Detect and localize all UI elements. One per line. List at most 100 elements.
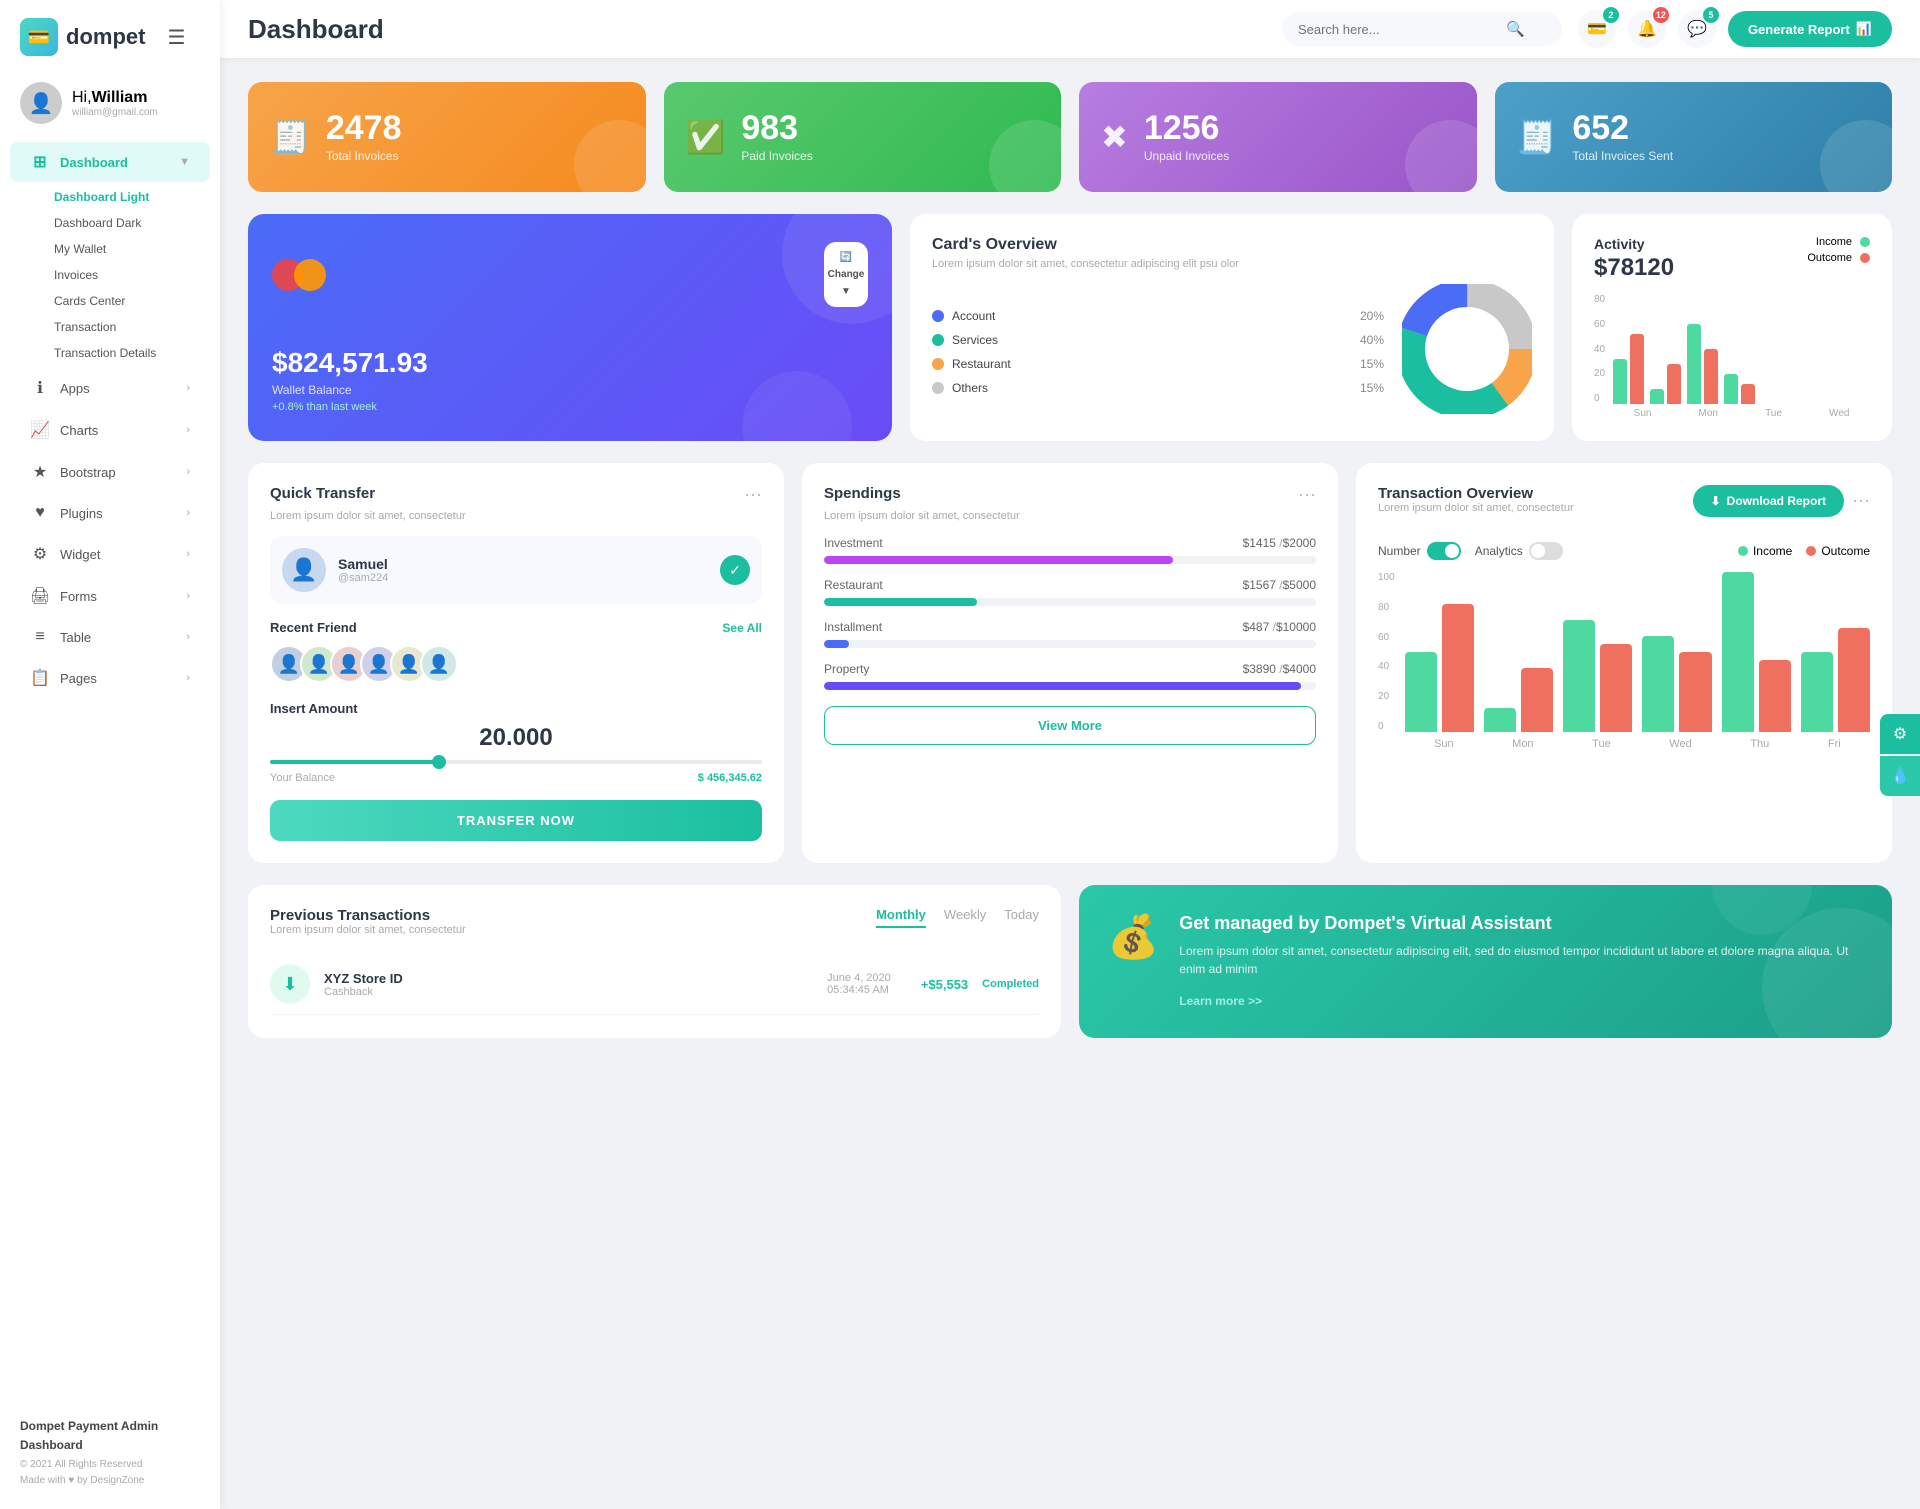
cards-overview-subtitle: Lorem ipsum dolor sit amet, consectetur … <box>932 258 1532 270</box>
sidebar-item-bootstrap[interactable]: ★ Bootstrap › <box>10 452 210 492</box>
legend-row-account: Account 20% <box>932 309 1384 323</box>
legend-row-others: Others 15% <box>932 381 1384 395</box>
spending-items: Investment $1415 /$2000 Restaurant <box>824 536 1316 690</box>
pages-icon: 📋 <box>30 668 50 688</box>
amount-slider-fill <box>270 760 442 764</box>
outcome-legend: Outcome <box>1807 252 1870 264</box>
spendings-options-icon[interactable]: ⋯ <box>1298 485 1316 506</box>
sidebar-item-forms[interactable]: 🖨 Forms › <box>10 576 210 616</box>
theme-float-button[interactable]: 💧 <box>1880 756 1920 796</box>
bell-icon-btn[interactable]: 🔔 12 <box>1628 10 1666 48</box>
wallet-card-top: 🔄 Change ▼ <box>272 242 868 307</box>
va-learn-more-link[interactable]: Learn more >> <box>1179 994 1262 1008</box>
sidebar-item-plugins[interactable]: ♥ Plugins › <box>10 494 210 532</box>
label-wed2: Wed <box>1669 738 1691 750</box>
spending-investment-label: Investment <box>824 536 883 550</box>
outcome-bar-mon <box>1667 364 1681 404</box>
main-area: Dashboard 🔍 💳 2 🔔 12 💬 5 Generate Report… <box>220 0 1920 1509</box>
tx-row-sub: Cashback <box>324 986 403 998</box>
property-progress-track <box>824 682 1316 690</box>
download-icon: ⬇ <box>1711 494 1721 508</box>
submenu-transaction[interactable]: Transaction <box>44 314 220 340</box>
bar-group-tue <box>1687 324 1718 404</box>
mid-row: 🔄 Change ▼ $824,571.93 Wallet Balance +0… <box>248 214 1892 441</box>
spending-restaurant-amounts: $1567 /$5000 <box>1243 578 1316 592</box>
legend-label-others: Others <box>952 381 988 395</box>
wallet-badge: 2 <box>1603 7 1619 23</box>
spendings-header: Spendings ⋯ <box>824 485 1316 506</box>
legend-label-services: Services <box>952 333 998 347</box>
stat-card-total-invoices: 🧾 2478 Total Invoices <box>248 82 646 192</box>
download-report-button[interactable]: ⬇ Download Report <box>1693 485 1844 517</box>
widget-icon: ⚙ <box>30 544 50 564</box>
hamburger-icon[interactable]: ☰ <box>163 21 189 54</box>
sidebar-item-apps[interactable]: ℹ Apps › <box>10 368 210 408</box>
toggle-knob2 <box>1531 544 1545 558</box>
transfer-user-row: 👤 Samuel @sam224 ✓ <box>270 536 762 604</box>
footer-copy: © 2021 All Rights Reserved <box>20 1457 200 1473</box>
chevron-right-icon3: › <box>186 466 190 478</box>
submenu-my-wallet[interactable]: My Wallet <box>44 236 220 262</box>
see-all-link[interactable]: See All <box>722 621 762 635</box>
big-income-tue <box>1563 620 1595 732</box>
number-toggle-group: Number <box>1378 542 1461 560</box>
stat-cards: 🧾 2478 Total Invoices ✅ 983 Paid Invoice… <box>248 82 1892 192</box>
sidebar-item-pages[interactable]: 📋 Pages › <box>10 658 210 698</box>
chevron-right-icon5: › <box>186 548 190 560</box>
tab-monthly[interactable]: Monthly <box>876 907 926 928</box>
submenu-dashboard-light[interactable]: Dashboard Light <box>44 184 220 210</box>
number-toggle[interactable] <box>1427 542 1461 560</box>
big-outcome-mon <box>1521 668 1553 732</box>
sidebar-item-table[interactable]: ≡ Table › <box>10 618 210 656</box>
sidebar-menu: ⊞ Dashboard ▼ Dashboard Light Dashboard … <box>0 132 220 1403</box>
investment-progress-track <box>824 556 1316 564</box>
user-greeting: Hi,William <box>72 89 158 107</box>
bar-group-sun <box>1613 334 1644 404</box>
income-bar-wed <box>1724 374 1738 404</box>
search-input[interactable] <box>1298 22 1498 37</box>
qt-header: Quick Transfer ⋯ <box>270 485 762 506</box>
view-more-button[interactable]: View More <box>824 706 1316 745</box>
tx-overview-title: Transaction Overview <box>1378 485 1574 502</box>
legend-dot-others <box>932 382 944 394</box>
chevron-down-icon: ▼ <box>179 156 190 168</box>
bottom-row: Quick Transfer ⋯ Lorem ipsum dolor sit a… <box>248 463 1892 863</box>
settings-float-button[interactable]: ⚙ <box>1880 714 1920 754</box>
transaction-overview-card: Transaction Overview Lorem ipsum dolor s… <box>1356 463 1892 863</box>
wallet-icon-btn[interactable]: 💳 2 <box>1578 10 1616 48</box>
sidebar-item-widget[interactable]: ⚙ Widget › <box>10 534 210 574</box>
transfer-now-button[interactable]: TRANSFER NOW <box>270 800 762 841</box>
table-icon: ≡ <box>30 628 50 646</box>
tab-today[interactable]: Today <box>1004 907 1039 928</box>
qt-subtitle: Lorem ipsum dolor sit amet, consectetur <box>270 510 762 522</box>
qt-options-icon[interactable]: ⋯ <box>744 485 762 506</box>
submenu-invoices[interactable]: Invoices <box>44 262 220 288</box>
bell-badge: 12 <box>1653 7 1669 23</box>
tab-weekly[interactable]: Weekly <box>944 907 986 928</box>
sidebar-item-widget-label: Widget <box>60 547 100 562</box>
spending-installment-label: Installment <box>824 620 882 634</box>
legend-dot-services <box>932 334 944 346</box>
cards-overview: Card's Overview Lorem ipsum dolor sit am… <box>910 214 1554 441</box>
chat-icon-btn[interactable]: 💬 5 <box>1678 10 1716 48</box>
big-bar-fri <box>1801 628 1870 732</box>
submenu-dashboard-dark[interactable]: Dashboard Dark <box>44 210 220 236</box>
restaurant-progress-track <box>824 598 1316 606</box>
submenu-transaction-details[interactable]: Transaction Details <box>44 340 220 366</box>
wallet-section: 🔄 Change ▼ $824,571.93 Wallet Balance +0… <box>248 214 892 441</box>
tx-bar-labels: Sun Mon Tue Wed Thu Fri <box>1405 738 1870 750</box>
plugins-icon: ♥ <box>30 504 50 522</box>
tx-legend: Income Outcome <box>1738 544 1870 558</box>
sidebar-item-charts[interactable]: 📈 Charts › <box>10 410 210 450</box>
wallet-card: 🔄 Change ▼ $824,571.93 Wallet Balance +0… <box>248 214 892 441</box>
sidebar-item-dashboard[interactable]: ⊞ Dashboard ▼ <box>10 142 210 182</box>
activity-y-axis: 020406080 <box>1594 294 1609 404</box>
generate-report-button[interactable]: Generate Report 📊 <box>1728 11 1892 47</box>
amount-slider-thumb[interactable] <box>432 755 446 769</box>
tx-overview-options-icon[interactable]: ⋯ <box>1852 491 1870 512</box>
analytics-toggle[interactable] <box>1529 542 1563 560</box>
submenu-cards-center[interactable]: Cards Center <box>44 288 220 314</box>
label-mon: Mon <box>1699 408 1718 419</box>
total-invoices-label: Total Invoices <box>326 149 402 163</box>
spendings-title: Spendings <box>824 485 901 502</box>
